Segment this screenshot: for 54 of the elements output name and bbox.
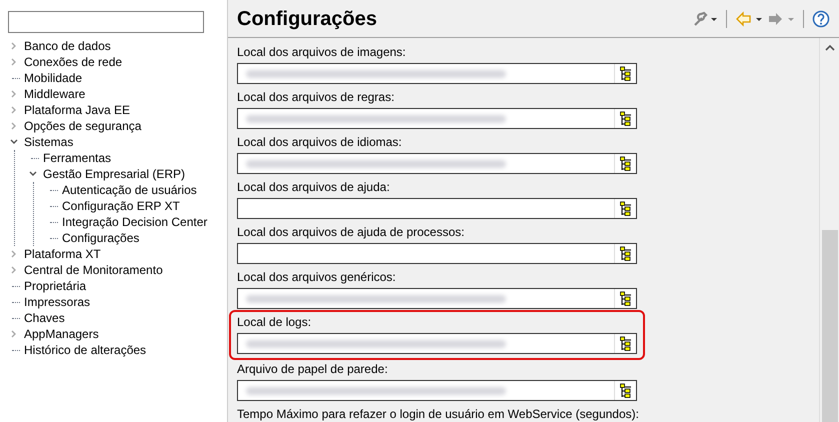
field-label: Local dos arquivos de idiomas:: [237, 134, 403, 150]
tree-item[interactable]: Configurações: [62, 230, 140, 246]
tree-item[interactable]: Histórico de alterações: [24, 342, 146, 358]
folder-tree-icon[interactable]: [620, 290, 632, 306]
scrollbar[interactable]: [819, 38, 839, 422]
path-field[interactable]: [237, 243, 637, 264]
chevron-down-icon[interactable]: [10, 138, 18, 146]
path-field[interactable]: [237, 380, 637, 401]
scroll-up-icon[interactable]: [824, 44, 834, 52]
tree-item[interactable]: Mobilidade: [24, 70, 82, 86]
tree-item[interactable]: Plataforma Java EE: [24, 102, 130, 118]
path-field[interactable]: [237, 288, 637, 309]
path-field[interactable]: [237, 198, 637, 219]
path-field[interactable]: [237, 108, 637, 129]
folder-tree-icon[interactable]: [620, 382, 632, 398]
chevron-down-icon[interactable]: [29, 170, 37, 178]
field-label: Local dos arquivos de imagens:: [237, 44, 407, 60]
tree-item[interactable]: Opções de segurança: [24, 118, 142, 134]
field-label: Tempo Máximo para refazer o login de usuário em WebService (segundos):: [237, 406, 640, 422]
field-label: Local dos arquivos de ajuda:: [237, 179, 391, 195]
tree-item[interactable]: Sistemas: [24, 134, 74, 150]
field-label: Local de logs:: [237, 314, 312, 330]
folder-tree-icon[interactable]: [620, 66, 632, 82]
wrench-icon[interactable]: [692, 10, 718, 26]
folder-tree-icon[interactable]: [620, 336, 632, 352]
folder-tree-icon[interactable]: [620, 246, 632, 262]
tree-item[interactable]: Impressoras: [24, 294, 90, 310]
tree-item[interactable]: Conexões de rede: [24, 54, 122, 70]
tree-item[interactable]: Plataforma XT: [24, 246, 101, 262]
tree-item[interactable]: Middleware: [24, 86, 86, 102]
path-field[interactable]: [237, 333, 637, 354]
tree-item[interactable]: Configuração ERP XT: [62, 198, 180, 214]
folder-tree-icon[interactable]: [620, 200, 632, 216]
back-arrow-icon[interactable]: [735, 10, 763, 26]
tree-item[interactable]: Proprietária: [24, 278, 86, 294]
field-label: Local dos arquivos de ajuda de processos:: [237, 224, 466, 240]
folder-tree-icon[interactable]: [620, 110, 632, 126]
field-label: Local dos arquivos de regras:: [237, 89, 396, 105]
tree-item[interactable]: Banco de dados: [24, 38, 111, 54]
panel-title: Configurações: [237, 6, 378, 32]
path-field[interactable]: [237, 63, 637, 84]
tree-item[interactable]: Autenticação de usuários: [62, 182, 197, 198]
help-icon[interactable]: [812, 10, 830, 28]
tree-item[interactable]: Central de Monitoramento: [24, 262, 163, 278]
field-label: Local dos arquivos genéricos:: [237, 269, 397, 285]
search-field[interactable]: [8, 11, 204, 33]
field-label: Arquivo de papel de parede:: [237, 361, 389, 377]
tree-item[interactable]: Ferramentas: [43, 150, 112, 166]
tree-item[interactable]: Gestão Empresarial (ERP): [43, 166, 186, 182]
tree-item[interactable]: AppManagers: [24, 326, 99, 342]
tree-item[interactable]: Integração Decision Center: [62, 214, 208, 230]
folder-tree-icon[interactable]: [620, 156, 632, 172]
tree-item[interactable]: Chaves: [24, 310, 65, 326]
path-field[interactable]: [237, 153, 637, 174]
